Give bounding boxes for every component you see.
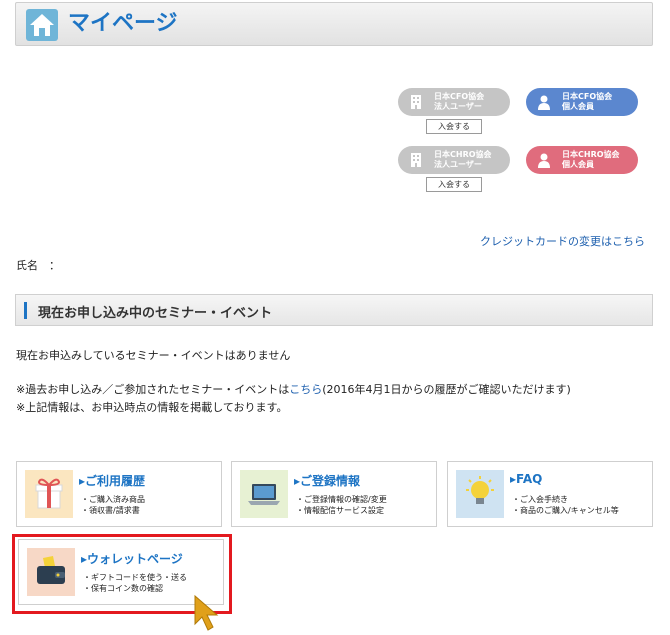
card-line: ・領収書/請求書 — [81, 506, 140, 515]
pill-label: 日本CFO協会 — [434, 92, 485, 101]
no-seminar-message: 現在お申込みしているセミナー・イベントはありません — [16, 349, 291, 362]
note-text: ※過去お申し込み／ご参加されたセミナー・イベントは — [16, 383, 290, 396]
past-seminar-link[interactable]: こちら — [289, 383, 322, 396]
pill-sublabel: 個人会員 — [562, 102, 594, 111]
card-title: ▸ご利用履歴 — [79, 474, 146, 488]
pill-label: 日本CHRO協会 — [434, 150, 492, 159]
card-line: ・情報配信サービス設定 — [296, 506, 384, 515]
cfo-individual-member-button[interactable]: 日本CFO協会 個人会員 — [526, 88, 638, 116]
chro-individual-member-button[interactable]: 日本CHRO協会 個人会員 — [526, 146, 638, 174]
pill-sublabel: 法人ユーザー — [434, 160, 482, 169]
pill-sublabel: 個人会員 — [562, 160, 594, 169]
info-note: ※上記情報は、お申込時点の情報を掲載しております。 — [16, 401, 288, 414]
pill-label: 日本CHRO協会 — [562, 150, 620, 159]
section-accent-bar — [24, 302, 27, 319]
pill-label: 日本CFO協会 — [562, 92, 613, 101]
pointer-arrow-icon — [192, 594, 220, 635]
page-header: マイページ — [15, 2, 653, 46]
card-title: ▸FAQ — [510, 472, 543, 486]
chro-join-button[interactable]: 入会する — [426, 177, 482, 192]
cfo-join-button[interactable]: 入会する — [426, 119, 482, 134]
cfo-corporate-user-button[interactable]: 日本CFO協会 法人ユーザー — [398, 88, 510, 116]
lightbulb-icon — [456, 470, 504, 518]
note-text: (2016年4月1日からの履歴がご確認いただけます) — [322, 383, 571, 396]
card-line: ・ご購入済み商品 — [81, 495, 145, 504]
card-line: ・ご登録情報の確認/変更 — [296, 495, 387, 504]
person-icon — [536, 94, 552, 110]
section-title: 現在お申し込み中のセミナー・イベント — [38, 306, 273, 321]
laptop-icon — [240, 470, 288, 518]
chro-corporate-user-button[interactable]: 日本CHRO協会 法人ユーザー — [398, 146, 510, 174]
building-icon — [408, 94, 424, 110]
name-label: 氏名 ： — [16, 259, 60, 272]
home-icon — [26, 9, 58, 41]
credit-card-change-link[interactable]: クレジットカードの変更はこちら — [480, 233, 645, 249]
faq-card[interactable]: ▸FAQ ・ご入会手続き ・商品のご購入/キャンセル等 — [447, 461, 653, 527]
registration-info-card[interactable]: ▸ご登録情報 ・ご登録情報の確認/変更 ・情報配信サービス設定 — [231, 461, 437, 527]
page-title: マイページ — [68, 11, 178, 36]
gift-icon — [25, 470, 73, 518]
person-icon — [536, 152, 552, 168]
building-icon — [408, 152, 424, 168]
usage-history-card[interactable]: ▸ご利用履歴 ・ご購入済み商品 ・領収書/請求書 — [16, 461, 222, 527]
past-seminar-note: ※過去お申し込み／ご参加されたセミナー・イベントはこちら(2016年4月1日から… — [16, 381, 571, 397]
card-line: ・ご入会手続き — [512, 495, 568, 504]
card-title: ▸ご登録情報 — [294, 474, 361, 488]
pill-sublabel: 法人ユーザー — [434, 102, 482, 111]
seminar-section-header: 現在お申し込み中のセミナー・イベント — [15, 294, 653, 326]
card-line: ・商品のご購入/キャンセル等 — [512, 506, 619, 515]
